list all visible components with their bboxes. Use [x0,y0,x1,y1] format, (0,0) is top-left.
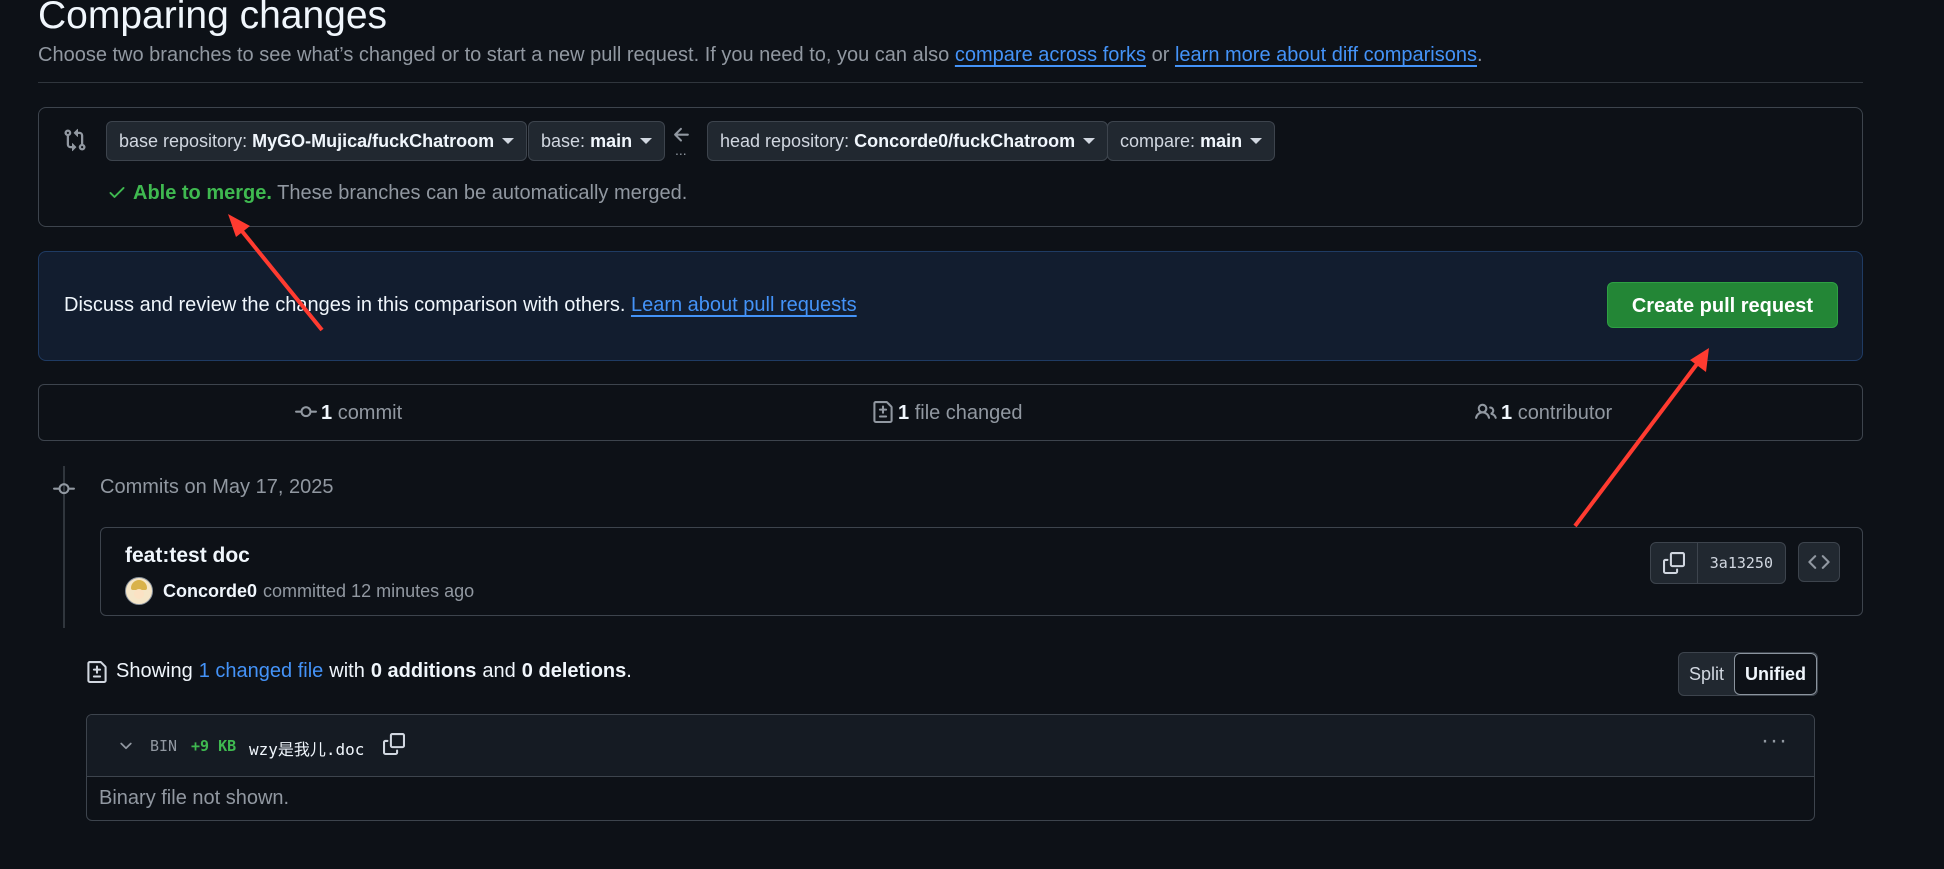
split-view-button[interactable]: Split [1679,653,1734,695]
comparison-stats: 1 commit 1 file changed 1 contributor [38,384,1863,441]
code-icon [1808,555,1830,569]
file-header: BIN +9 KB wzy是我儿.doc ··· [87,715,1814,777]
discuss-text-container: Discuss and review the changes in this c… [64,294,857,317]
commits-label: commit [337,402,403,424]
base-branch-dropdown[interactable]: base: main [528,121,666,161]
copy-sha-button[interactable] [1651,543,1698,583]
commit-sha-group: 3a13250 [1649,542,1786,584]
range-dots: ... [675,142,687,158]
kebab-menu-icon[interactable]: ··· [1761,727,1788,755]
discuss-text: Discuss and review the changes in this c… [64,294,626,316]
file-diff-icon [87,660,107,683]
people-icon [1475,403,1497,419]
check-icon [109,187,125,198]
git-commit-icon [53,483,75,495]
caret-down-icon [640,138,653,144]
caret-down-icon [1083,138,1096,144]
compare-branch-value: main [1200,131,1243,151]
binary-file-notice: Binary file not shown. [99,787,290,809]
summary-additions: 0 additions [370,660,477,682]
diff-comparisons-link[interactable]: learn more about diff comparisons [1175,44,1477,66]
create-pull-request-button[interactable]: Create pull request [1606,282,1838,328]
base-branch-value: main [590,131,633,151]
commit-time: committed 12 minutes ago [263,580,475,601]
commit-author-link[interactable]: Concorde0 [163,581,257,602]
merge-text: These branches can be automatically merg… [277,182,688,204]
base-repository-dropdown[interactable]: base repository: MyGO-Mujica/fuckChatroo… [106,121,528,161]
commit-meta: Concorde0 committed 12 minutes ago [125,577,474,605]
copy-icon [1662,552,1685,574]
page-subtitle: Choose two branches to see what’s change… [38,44,1483,67]
summary-period: . [626,660,632,682]
compare-across-forks-link[interactable]: compare across forks [955,44,1146,66]
commit-item: feat:test doc Concorde0 committed 12 min… [100,527,1863,616]
base-repository-label: base repository: [119,131,248,151]
summary-showing: Showing [116,660,193,682]
file-diff: BIN +9 KB wzy是我儿.doc ··· Binary file not… [86,714,1815,821]
git-compare-icon [64,128,86,152]
contributors-tab[interactable]: 1 contributor [1475,401,1612,425]
header-divider [38,82,1863,83]
head-repository-label: head repository: [720,131,850,151]
git-commit-icon [295,406,317,418]
commits-count: 1 [321,402,333,424]
commits-date-heading: Commits on May 17, 2025 [100,476,334,498]
summary-and: and [482,660,516,682]
summary-with: with [329,660,365,682]
page-title: Comparing changes [38,0,388,37]
compare-branch-dropdown[interactable]: compare: main [1107,121,1276,161]
merge-ok-label: Able to merge. [133,182,272,204]
file-diff-icon [873,401,893,423]
base-branch-label: base: [541,131,586,151]
file-name-link[interactable]: wzy是我儿.doc [249,736,364,760]
commits-tab[interactable]: 1 commit [295,401,402,425]
base-repository-value: MyGO-Mujica/fuckChatroom [252,131,495,151]
contributors-label: contributor [1517,402,1613,424]
subtitle-or: or [1151,44,1170,66]
diff-view-toggle: Split Unified [1678,652,1819,696]
merge-status: Able to merge. These branches can be aut… [107,182,687,205]
diff-summary: Showing 1 changed file with 0 additions … [86,660,632,683]
learn-pull-requests-link[interactable]: Learn about pull requests [631,294,857,316]
subtitle-text: Choose two branches to see what’s change… [38,44,950,66]
discuss-banner: Discuss and review the changes in this c… [38,251,1863,361]
commit-title-link[interactable]: feat:test doc [125,544,250,568]
changed-files-link[interactable]: 1 changed file [199,660,324,683]
summary-deletions: 0 deletions [521,660,627,682]
compare-branch-label: compare: [1120,131,1196,151]
copy-icon[interactable] [383,733,405,755]
browse-repository-button[interactable] [1798,542,1840,582]
unified-view-button[interactable]: Unified [1734,653,1818,695]
range-editor: base repository: MyGO-Mujica/fuckChatroo… [38,107,1863,227]
avatar[interactable] [125,577,153,605]
files-label: file changed [914,402,1023,424]
files-changed-tab[interactable]: 1 file changed [872,401,1023,425]
contributors-count: 1 [1501,402,1513,424]
chevron-down-icon[interactable] [117,737,135,755]
caret-down-icon [502,138,515,144]
head-repository-dropdown[interactable]: head repository: Concorde0/fuckChatroom [707,121,1109,161]
caret-down-icon [1250,138,1263,144]
file-type-label: BIN [150,737,178,755]
files-count: 1 [898,402,910,424]
commit-sha-button[interactable]: 3a13250 [1698,543,1785,583]
head-repository-value: Concorde0/fuckChatroom [854,131,1076,151]
subtitle-period: . [1476,44,1483,66]
file-size-label: +9 KB [191,737,237,755]
